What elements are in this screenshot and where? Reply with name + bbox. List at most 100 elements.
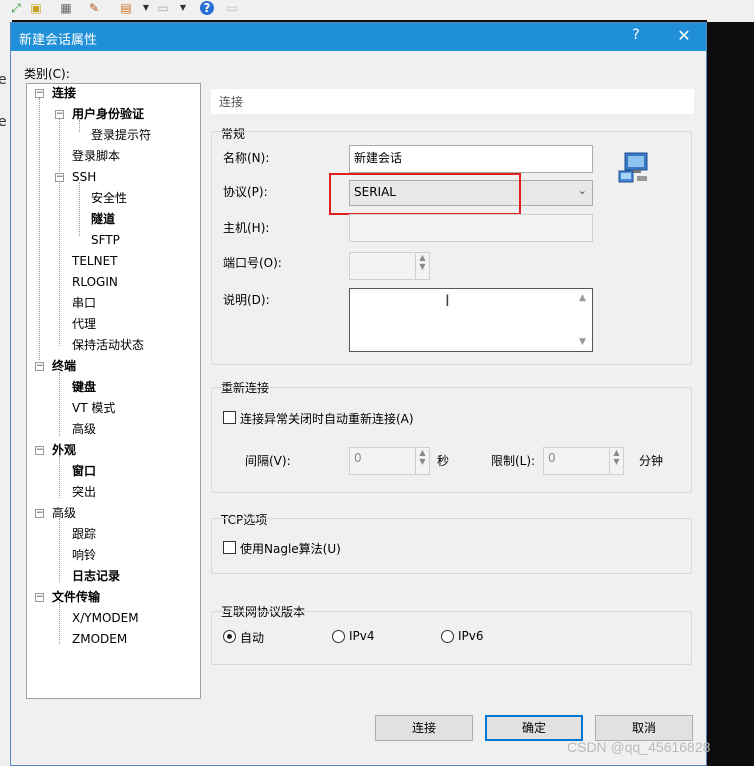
tree-item-window[interactable]: 窗口 <box>72 463 96 479</box>
ipv6-radio[interactable] <box>441 630 454 643</box>
ok-button[interactable]: 确定 <box>485 715 583 741</box>
interval-input[interactable]: 0 <box>349 447 416 475</box>
limit-input[interactable]: 0 <box>543 447 610 475</box>
auto-reconnect-checkbox[interactable] <box>223 411 236 424</box>
tree-item-highlight[interactable]: 突出 <box>72 484 96 500</box>
tree-connector <box>59 114 60 346</box>
tree-item-logging[interactable]: 日志记录 <box>72 568 120 584</box>
description-textarea[interactable] <box>349 288 593 352</box>
host-input[interactable] <box>349 214 593 242</box>
window-icon[interactable]: ▭ <box>155 1 171 15</box>
close-button[interactable]: ✕ <box>674 26 694 46</box>
port-spinner[interactable]: ▲ ▼ <box>415 252 430 280</box>
interval-spinner[interactable]: ▲ ▼ <box>415 447 430 475</box>
tree-item-telnet[interactable]: TELNET <box>72 253 118 269</box>
tree-item-serial[interactable]: 串口 <box>72 295 96 311</box>
tree-item-user-auth[interactable]: 用户身份验证 <box>72 106 144 122</box>
tree-item-tunneling[interactable]: 隧道 <box>91 211 115 227</box>
highlight-annotation <box>329 173 521 215</box>
interval-label: 间隔(V): <box>245 454 291 468</box>
tree-item-keep-alive[interactable]: 保持活动状态 <box>72 337 144 353</box>
tree-item-zmodem[interactable]: ZMODEM <box>72 631 127 647</box>
tree-item-file-transfer[interactable]: 文件传输 <box>52 589 100 605</box>
tree-connector <box>59 602 60 644</box>
tree-item-rlogin[interactable]: RLOGIN <box>72 274 118 290</box>
collapse-icon[interactable]: − <box>35 509 44 518</box>
tree-connector <box>39 98 40 360</box>
background-text: e <box>0 72 7 88</box>
expand-icon[interactable]: ⤢ <box>8 1 24 15</box>
category-tree[interactable]: − 连接 − 用户身份验证 登录提示符 登录脚本 − SSH 安全性 隧道 SF… <box>26 83 201 699</box>
tree-item-advanced[interactable]: 高级 <box>52 505 76 521</box>
collapse-icon[interactable]: − <box>55 173 64 182</box>
help-button[interactable]: ? <box>626 27 646 47</box>
tree-item-sftp[interactable]: SFTP <box>91 232 120 248</box>
limit-spinner[interactable]: ▲ ▼ <box>609 447 624 475</box>
title-bar: 新建会话属性 ? ✕ <box>11 23 706 51</box>
scroll-up-icon[interactable]: ▲ <box>579 293 586 303</box>
ipv4-label: IPv4 <box>349 629 375 643</box>
scroll-down-icon[interactable]: ▼ <box>579 337 586 347</box>
tree-item-login-script[interactable]: 登录脚本 <box>72 148 120 164</box>
text-cursor-icon: I <box>445 291 450 310</box>
tree-item-trace[interactable]: 跟踪 <box>72 526 96 542</box>
auto-reconnect-label: 连接异常关闭时自动重新连接(A) <box>240 412 414 426</box>
lock-icon[interactable]: ▣ <box>28 1 44 15</box>
ipv6-label: IPv6 <box>458 629 484 643</box>
name-label: 名称(N): <box>223 151 270 165</box>
connect-button[interactable]: 连接 <box>375 715 473 741</box>
cancel-button[interactable]: 取消 <box>595 715 693 741</box>
background-text: e <box>0 114 7 130</box>
collapse-icon[interactable]: − <box>35 446 44 455</box>
limit-label: 限制(L): <box>491 454 536 468</box>
background-area <box>707 0 754 22</box>
background-toolbar: ⤢ ▣ ▦ ✎ ▤ ▼ ▭ ▼ ? ▭ <box>0 0 707 20</box>
pencil-icon[interactable]: ✎ <box>86 1 102 15</box>
breadcrumb: 连接 <box>211 89 694 114</box>
collapse-icon[interactable]: − <box>35 89 44 98</box>
tree-item-bell[interactable]: 响铃 <box>72 547 96 563</box>
tree-item-login-prompts[interactable]: 登录提示符 <box>91 127 151 143</box>
tree-item-vt-modes[interactable]: VT 模式 <box>72 400 115 416</box>
tree-item-security[interactable]: 安全性 <box>91 190 127 206</box>
nagle-checkbox[interactable] <box>223 541 236 554</box>
tree-item-xymodem[interactable]: X/YMODEM <box>72 610 139 626</box>
interval-unit: 秒 <box>437 454 450 468</box>
reconnect-group <box>211 387 692 493</box>
chevron-down-icon: ⌄ <box>577 184 587 197</box>
folder-icon[interactable]: ▤ <box>118 1 134 15</box>
dialog-title: 新建会话属性 <box>19 33 98 48</box>
tree-connector <box>79 182 80 236</box>
ipv4-radio[interactable] <box>332 630 345 643</box>
dropdown-arrow-icon[interactable]: ▼ <box>138 1 154 15</box>
chat-icon[interactable]: ▭ <box>224 1 240 15</box>
tree-item-connection[interactable]: 连接 <box>52 85 76 101</box>
port-input[interactable] <box>349 252 416 280</box>
category-label: 类别(C): <box>24 67 70 81</box>
tree-item-ssh[interactable]: SSH <box>72 169 96 185</box>
watermark: CSDN @qq_45616828 <box>567 739 711 755</box>
limit-unit: 分钟 <box>639 454 664 468</box>
keyboard-icon[interactable]: ▦ <box>58 1 74 15</box>
collapse-icon[interactable]: − <box>55 110 64 119</box>
ip-auto-radio[interactable] <box>223 630 236 643</box>
background-terminal <box>707 22 754 766</box>
port-label: 端口号(O): <box>223 256 282 270</box>
dropdown-arrow-icon[interactable]: ▼ <box>175 1 191 15</box>
tree-item-keyboard[interactable]: 键盘 <box>72 379 96 395</box>
tree-connector <box>59 372 60 436</box>
protocol-label: 协议(P): <box>223 185 268 199</box>
tree-item-appearance[interactable]: 外观 <box>52 442 76 458</box>
tree-item-terminal[interactable]: 终端 <box>52 358 76 374</box>
session-computer-icon <box>617 151 653 185</box>
name-input[interactable]: 新建会话 <box>349 145 593 173</box>
host-label: 主机(H): <box>223 221 270 235</box>
collapse-icon[interactable]: − <box>35 593 44 602</box>
session-properties-dialog: 新建会话属性 ? ✕ 类别(C): − 连接 − 用户身份验证 登录提示符 登录… <box>10 22 707 766</box>
ip-auto-label: 自动 <box>240 631 265 645</box>
tree-item-terminal-advanced[interactable]: 高级 <box>72 421 96 437</box>
collapse-icon[interactable]: − <box>35 362 44 371</box>
nagle-label: 使用Nagle算法(U) <box>240 542 341 556</box>
tree-item-proxy[interactable]: 代理 <box>72 316 96 332</box>
help-icon[interactable]: ? <box>200 1 214 15</box>
